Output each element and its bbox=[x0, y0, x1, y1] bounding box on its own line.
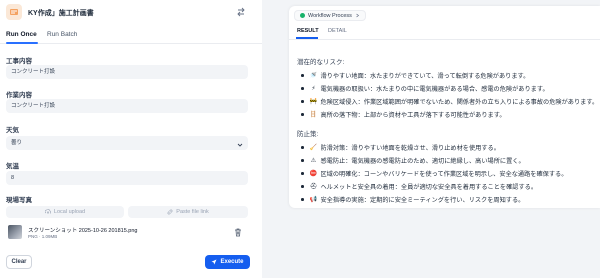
task-content-input[interactable]: コンクリート打設 bbox=[6, 99, 248, 113]
work-content-input[interactable]: コンクリート打設 bbox=[6, 65, 248, 79]
tab-run-batch[interactable]: Run Batch bbox=[47, 31, 77, 38]
file-name: スクリーンショット 2025-10-26 201815.png bbox=[28, 228, 138, 234]
active-tab-indicator bbox=[6, 42, 38, 44]
construction-icon: 🚧 bbox=[309, 98, 318, 105]
broom-icon: 🧹 bbox=[309, 144, 318, 151]
workflow-process-toggle[interactable]: Workflow Process bbox=[294, 10, 366, 21]
measure-item: ⛑ ヘルメットと安全具の着用：全員が適切な安全具を着用することを確認する。 bbox=[301, 182, 537, 191]
lightning-icon: ⚡ bbox=[311, 85, 316, 92]
link-icon bbox=[167, 209, 173, 215]
ladder-icon: 🪜 bbox=[309, 111, 318, 118]
tab-detail[interactable]: DETAIL bbox=[328, 28, 347, 34]
run-mode-tabs: Run Once Run Batch bbox=[0, 28, 262, 44]
local-upload-button[interactable]: Local upload bbox=[6, 206, 124, 218]
field-label-task-content: 作業内容 bbox=[6, 92, 32, 99]
workflow-process-label: Workflow Process bbox=[308, 12, 352, 19]
no-entry-icon: ⛔ bbox=[309, 170, 318, 177]
temperature-input[interactable]: 8 bbox=[6, 171, 248, 185]
field-label-temperature: 気温 bbox=[6, 163, 19, 170]
clear-button[interactable]: Clear bbox=[6, 255, 32, 269]
execute-label: Execute bbox=[220, 259, 244, 265]
upload-icon bbox=[44, 209, 51, 214]
shower-icon: 🚿 bbox=[309, 72, 318, 79]
file-meta: PNG · 1.09MB bbox=[28, 234, 58, 239]
send-icon bbox=[211, 259, 217, 265]
chevron-down-icon bbox=[237, 140, 243, 147]
risk-item: 🚿 滑りやすい地面：水たまりができていて、滑って転倒する危険があります。 bbox=[301, 71, 529, 80]
field-label-site-photo: 現場写真 bbox=[6, 197, 32, 204]
tab-run-once[interactable]: Run Once bbox=[6, 31, 37, 38]
execute-button[interactable]: Execute bbox=[205, 255, 250, 269]
toggle-layout-icon[interactable] bbox=[236, 7, 246, 17]
app-icon bbox=[6, 4, 22, 20]
field-label-weather: 天気 bbox=[6, 127, 19, 134]
risk-item: 🚧 危険区域侵入：作業区域範囲が明確でないため、関係者外の立ち入りによる事故の危… bbox=[301, 97, 598, 106]
warning-icon: ⚠ bbox=[310, 157, 317, 164]
uploaded-file-item: スクリーンショット 2025-10-26 201815.png PNG · 1.… bbox=[6, 224, 248, 242]
result-panel: Workflow Process RESULT DETAIL 潜在的なリスク: … bbox=[289, 6, 600, 208]
measure-item: 📢 安全指導の実施：定期的に安全ミーティングを行い、リスクを周知する。 bbox=[301, 195, 524, 204]
field-label-work-content: 工事内容 bbox=[6, 58, 32, 65]
local-upload-label: Local upload bbox=[53, 209, 86, 215]
risk-item: 🪜 高所の落下物：上部から資材や工具が落下する可能性があります。 bbox=[301, 110, 506, 119]
success-status-icon bbox=[300, 13, 305, 18]
tab-result[interactable]: RESULT bbox=[297, 28, 319, 34]
helmet-icon: ⛑ bbox=[309, 183, 318, 190]
trash-icon[interactable] bbox=[234, 228, 242, 237]
app-header: KY作成」施工計画書 bbox=[0, 0, 262, 26]
risks-heading: 潜在的なリスク: bbox=[297, 59, 345, 66]
megaphone-icon: 📢 bbox=[309, 196, 318, 203]
measures-heading: 防止策: bbox=[297, 131, 319, 138]
paste-link-button[interactable]: Paste file link bbox=[128, 206, 248, 218]
measure-item: ⛔ 区域の明確化：コーンやバリケードを使って作業区域を明示し、安全な通路を確保す… bbox=[301, 169, 567, 178]
measure-item: ⚠ 感電防止：電気機器の感電防止のため、適切に絶縁し、高い場所に置く。 bbox=[301, 156, 525, 165]
weather-select-value: 曇り bbox=[11, 140, 23, 146]
paste-link-label: Paste file link bbox=[176, 209, 209, 215]
input-panel: KY作成」施工計画書 Run Once Run Batch 工事内容 コンクリー… bbox=[0, 0, 262, 278]
file-thumbnail bbox=[8, 225, 22, 239]
chevron-right-icon bbox=[356, 13, 360, 18]
app-title: KY作成」施工計画書 bbox=[28, 10, 94, 17]
tabs-divider bbox=[289, 39, 600, 40]
weather-select[interactable]: 曇り bbox=[6, 136, 248, 150]
risk-item: ⚡ 電気機器の取扱い：水たまりの中に電気機器がある場合、感電の危険があります。 bbox=[301, 84, 549, 93]
measure-item: 🧹 防滑対策：滑りやすい地面を乾燥させ、滑り止め材を使用する。 bbox=[301, 143, 500, 152]
